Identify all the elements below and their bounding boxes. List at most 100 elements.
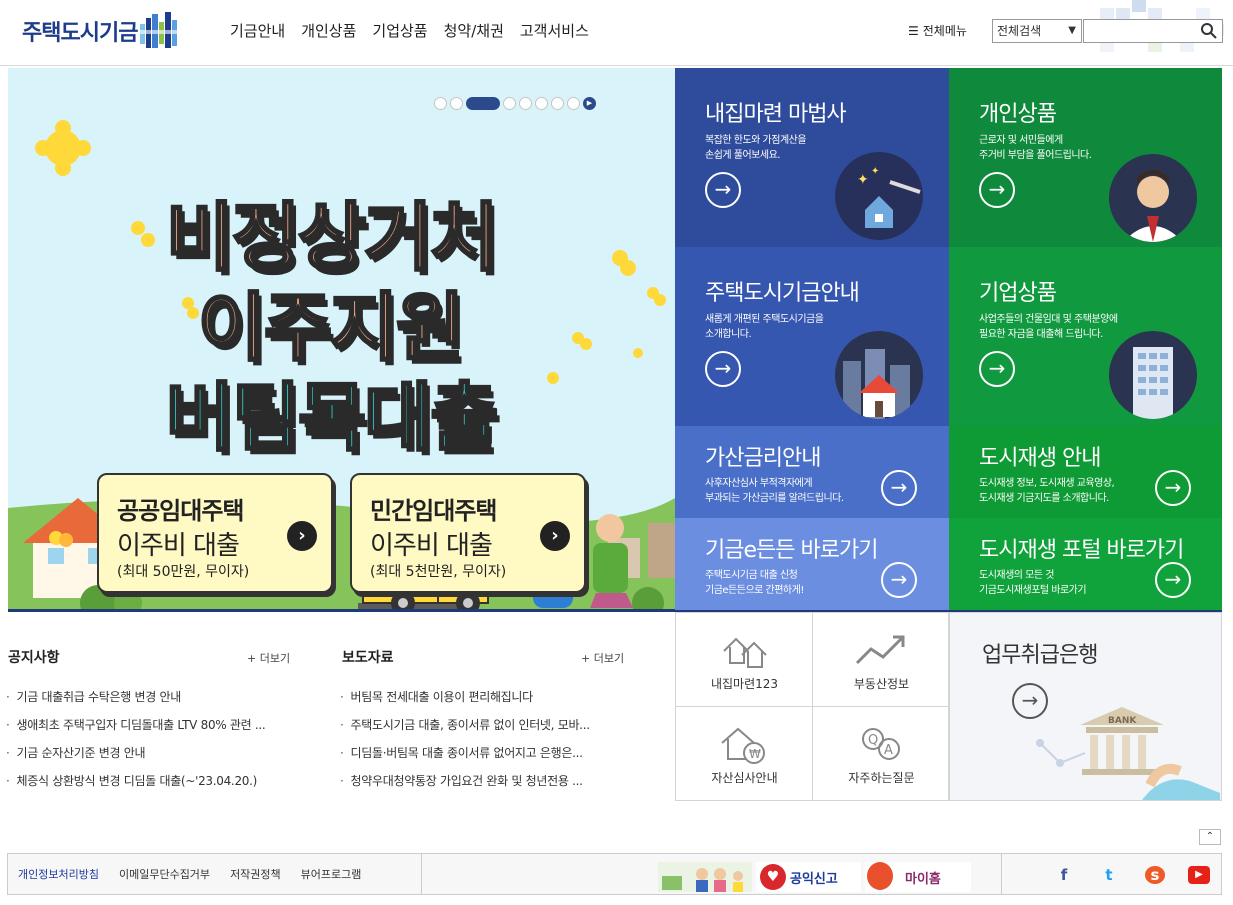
quick-label: 자산심사안내 [711, 771, 778, 785]
tile-urban-regeneration[interactable]: 도시재생 안내 도시재생 정보, 도시재생 교육영상, 도시재생 기금지도를 소… [949, 426, 1222, 518]
footer-links: 개인정보처리방침 이메일무단수집거부 저작권정책 뷰어프로그램 [18, 866, 361, 882]
person-icon [1109, 154, 1197, 242]
kakaostory-icon[interactable]: s [1145, 866, 1165, 884]
divider [1001, 854, 1002, 894]
footer: 개인정보처리방침 이메일무단수집거부 저작권정책 뷰어프로그램 ♥ 공익신고 마… [7, 853, 1222, 895]
hamburger-icon: ☰ [908, 23, 919, 38]
quick-real-estate[interactable]: 부동산정보 [813, 613, 950, 707]
scroll-top-button[interactable]: ⌃ [1199, 829, 1221, 845]
svg-text:A: A [884, 743, 893, 758]
footer-copyright-link[interactable]: 저작권정책 [230, 866, 281, 882]
slider-dot[interactable] [519, 97, 532, 110]
facebook-icon[interactable]: f [1054, 866, 1074, 884]
main-banner[interactable]: 비정상거처 이주지원 버팀목대출 공공임대주택 이주비 대출 (최대 50만원,… [8, 68, 675, 610]
press-item[interactable]: 버팀목 전세대출 이용이 편리해집니다 [340, 683, 630, 711]
slider-pagination: ▶ [434, 97, 596, 110]
press-item[interactable]: 주택도시기금 대출, 종이서류 없이 인터넷, 모바... [340, 711, 630, 739]
tile-title: 내집마련 마법사 [705, 102, 847, 127]
press-list: 버팀목 전세대출 이용이 편리해집니다 주택도시기금 대출, 종이서류 없이 인… [340, 683, 630, 795]
press-item[interactable]: 청약우대청약통장 가입요건 완화 및 청년전용 ... [340, 767, 630, 795]
all-menu-label: 전체메뉴 [922, 24, 967, 38]
public-rental-loan-box[interactable]: 공공임대주택 이주비 대출 (최대 50만원, 무이자) › [97, 473, 333, 593]
notice-more-link[interactable]: + 더보기 [247, 650, 290, 666]
quick-asset-review[interactable]: ₩ 자산심사안내 [676, 707, 813, 801]
tile-desc-1: 도시재생 정보, 도시재생 교육영상, [979, 478, 1115, 489]
press-item[interactable]: 디딤돌·버팀목 대출 종이서류 없어지고 은행은... [340, 739, 630, 767]
tile-title: 도시재생 포털 바로가기 [979, 538, 1184, 563]
myhome-icon [867, 862, 893, 890]
public-rental-note: (최대 50만원, 무이자) [117, 564, 250, 580]
notice-item[interactable]: 기금 순자산기준 변경 안내 [6, 739, 296, 767]
tile-desc-1: 주택도시기금 대출 신청 [705, 570, 798, 581]
tile-desc-2: 기금도시재생포털 바로가기 [979, 585, 1087, 596]
notice-item[interactable]: 체증식 상환방식 변경 디딤돌 대출(~'23.04.20.) [6, 767, 296, 795]
nav-customer-service[interactable]: 고객서비스 [520, 20, 589, 41]
twitter-icon[interactable]: t [1099, 866, 1119, 884]
arrow-right-icon: → [881, 562, 917, 598]
tile-personal-products[interactable]: 개인상품 근로자 및 서민들에게 주거비 부담을 풀어드립니다. → [949, 68, 1222, 247]
tile-desc-1: 사후자산심사 부적격자에게 [705, 478, 813, 489]
footer-banner-3[interactable]: 마이홈 [865, 862, 971, 892]
notice-item[interactable]: 생애최초 주택구입자 디딤돌대출 LTV 80% 관련 ... [6, 711, 296, 739]
nav-fund-info[interactable]: 기금안내 [230, 20, 285, 41]
tile-corporate-products[interactable]: 기업상품 사업주들의 건물임대 및 주택분양에 필요한 자금을 대출해 드립니다… [949, 247, 1222, 426]
footer-email-link[interactable]: 이메일무단수집거부 [119, 866, 210, 882]
tile-desc-1: 복잡한 한도와 가점계산을 [705, 135, 807, 146]
public-rental-title: 공공임대주택 [117, 497, 244, 525]
press-more-link[interactable]: + 더보기 [581, 650, 624, 666]
slider-dot-active[interactable] [466, 97, 500, 110]
press-title: 보도자료 [342, 650, 394, 666]
house-coin-icon: ₩ [721, 727, 765, 764]
logo[interactable]: 주택도시기금 [22, 15, 138, 47]
tile-desc-1: 근로자 및 서민들에게 [979, 135, 1063, 146]
tile-desc-2: 부과되는 가산금리를 알려드립니다. [705, 493, 844, 504]
tile-home-wizard[interactable]: 내집마련 마법사 복잡한 한도와 가점계산을 손쉽게 풀어보세요. → ✦ ✦ [675, 68, 949, 247]
slider-dot[interactable] [551, 97, 564, 110]
arrow-right-icon: → [979, 172, 1015, 208]
trend-up-icon [855, 635, 905, 665]
svg-text:Q: Q [868, 733, 878, 748]
all-menu-button[interactable]: ☰ 전체메뉴 [908, 22, 967, 39]
notice-list: 기금 대출취급 수탁은행 변경 안내 생애최초 주택구입자 디딤돌대출 LTV … [6, 683, 296, 795]
tile-fund-e-dundun[interactable]: 기금e든든 바로가기 주택도시기금 대출 신청 기금e든든으로 간편하게! → [675, 518, 949, 610]
slider-dot[interactable] [567, 97, 580, 110]
houses-icon [723, 637, 767, 668]
handling-bank-panel[interactable]: 업무취급은행 → BANK [949, 612, 1222, 801]
footer-banner-2[interactable]: ♥ 공익신고 [756, 862, 861, 892]
svg-text:✦: ✦ [857, 172, 869, 188]
tile-additional-rate[interactable]: 가산금리안내 사후자산심사 부적격자에게 부과되는 가산금리를 알려드립니다. … [675, 426, 949, 518]
footer-banner-1[interactable] [658, 862, 752, 892]
slider-dot[interactable] [535, 97, 548, 110]
bank-title: 업무취급은행 [982, 643, 1098, 668]
slider-dot[interactable] [503, 97, 516, 110]
private-rental-loan-box[interactable]: 민간임대주택 이주비 대출 (최대 5천만원, 무이자) › [350, 473, 586, 593]
quick-faq[interactable]: QA 자주하는질문 [813, 707, 950, 801]
nav-corporate-products[interactable]: 기업상품 [372, 20, 427, 41]
nav-subscription-bonds[interactable]: 청약/채권 [444, 20, 504, 41]
tile-desc-2: 기금e든든으로 간편하게! [705, 585, 804, 596]
slider-dot[interactable] [450, 97, 463, 110]
arrow-right-icon: → [705, 172, 741, 208]
play-icon[interactable]: ▶ [583, 97, 596, 110]
tile-urban-portal[interactable]: 도시재생 포털 바로가기 도시재생의 모든 것 기금도시재생포털 바로가기 → [949, 518, 1222, 610]
search-icon[interactable] [1200, 22, 1218, 40]
search-category-select[interactable]: 전체검색 ▼ [992, 19, 1082, 43]
tile-desc-1: 새롭게 개편된 주택도시기금을 [705, 314, 824, 325]
notice-item[interactable]: 기금 대출취급 수탁은행 변경 안내 [6, 683, 296, 711]
quick-label: 부동산정보 [853, 677, 910, 691]
footer-viewer-link[interactable]: 뷰어프로그램 [301, 866, 362, 882]
tile-fund-info[interactable]: 주택도시기금안내 새롭게 개편된 주택도시기금을 소개합니다. → [675, 247, 949, 426]
nav-personal-products[interactable]: 개인상품 [301, 20, 356, 41]
arrow-right-icon: → [1155, 470, 1191, 506]
quick-home-123[interactable]: 내집마련123 [676, 613, 813, 707]
youtube-icon[interactable]: ▶ [1188, 866, 1210, 884]
footer-banner-3-label: 마이홈 [905, 872, 941, 887]
footer-privacy-link[interactable]: 개인정보처리방침 [18, 866, 99, 882]
private-rental-subtitle: 이주비 대출 [370, 531, 493, 561]
heart-icon: ♥ [760, 864, 786, 890]
search-category-value: 전체검색 [997, 24, 1042, 38]
tile-desc-2: 필요한 자금을 대출해 드립니다. [979, 329, 1103, 340]
quick-links: 내집마련123 부동산정보 ₩ 자산심사안내 QA 자주하는질문 [675, 612, 949, 801]
qa-icon: QA [862, 728, 900, 760]
slider-dot[interactable] [434, 97, 447, 110]
